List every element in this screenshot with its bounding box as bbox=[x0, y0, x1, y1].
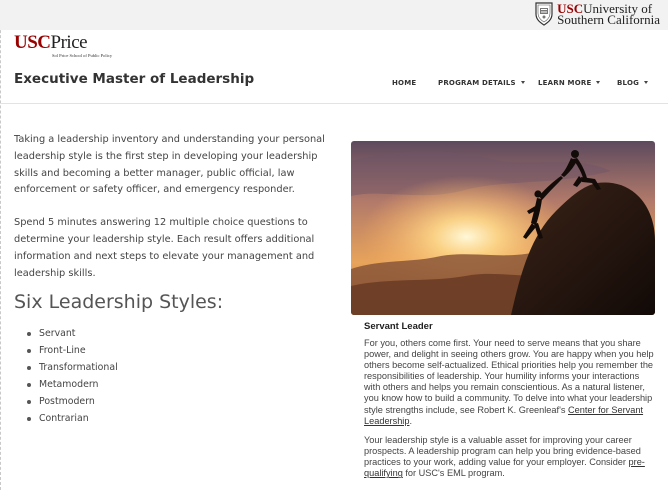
list-item: Servant bbox=[27, 325, 118, 342]
climbers-sunset-image bbox=[351, 141, 655, 315]
list-item: Metamodern bbox=[27, 376, 118, 393]
list-item: Postmodern bbox=[27, 393, 118, 410]
nav-program-details[interactable]: PROGRAM DETAILS bbox=[438, 79, 525, 87]
southern-california-label: Southern California bbox=[557, 11, 660, 27]
university-bar: USCUniversity of Southern California bbox=[0, 0, 668, 30]
chevron-down-icon bbox=[596, 80, 601, 84]
usc-price-logo[interactable]: USCPrice Sol Price School of Public Poli… bbox=[14, 33, 112, 58]
logo-usc: USC bbox=[14, 32, 51, 53]
leadership-styles-list: Servant Front-Line Transformational Meta… bbox=[27, 325, 118, 427]
list-item: Transformational bbox=[27, 359, 118, 376]
intro-paragraph-1: Taking a leadership inventory and unders… bbox=[14, 134, 325, 196]
intro-text: Taking a leadership inventory and unders… bbox=[14, 132, 336, 282]
career-prospects-text: Your leadership style is a valuable asse… bbox=[364, 435, 645, 479]
list-item: Front-Line bbox=[27, 342, 118, 359]
intro-paragraph-2: Spend 5 minutes answering 12 multiple ch… bbox=[14, 217, 315, 279]
nav-learn-more[interactable]: LEARN MORE bbox=[538, 79, 601, 87]
leadership-styles-heading: Six Leadership Styles: bbox=[14, 291, 224, 313]
servant-leader-title: Servant Leader bbox=[364, 321, 433, 332]
site-header: Executive Master of Leadership HOME PROG… bbox=[0, 62, 668, 104]
logo-price: Price bbox=[50, 32, 88, 53]
nav-blog[interactable]: BLOG bbox=[617, 79, 649, 87]
chevron-down-icon bbox=[520, 80, 525, 84]
logo-subtitle: Sol Price School of Public Policy bbox=[52, 53, 113, 58]
main-nav: HOME PROGRAM DETAILS LEARN MORE BLOG bbox=[0, 79, 668, 91]
nav-home[interactable]: HOME bbox=[392, 79, 416, 87]
list-item: Contrarian bbox=[27, 410, 118, 427]
servant-leader-description: For you, others come first. Your need to… bbox=[364, 338, 654, 426]
usc-seal-icon bbox=[535, 2, 553, 26]
chevron-down-icon bbox=[644, 80, 649, 84]
usc-university-logo[interactable]: USCUniversity of Southern California bbox=[534, 1, 660, 26]
